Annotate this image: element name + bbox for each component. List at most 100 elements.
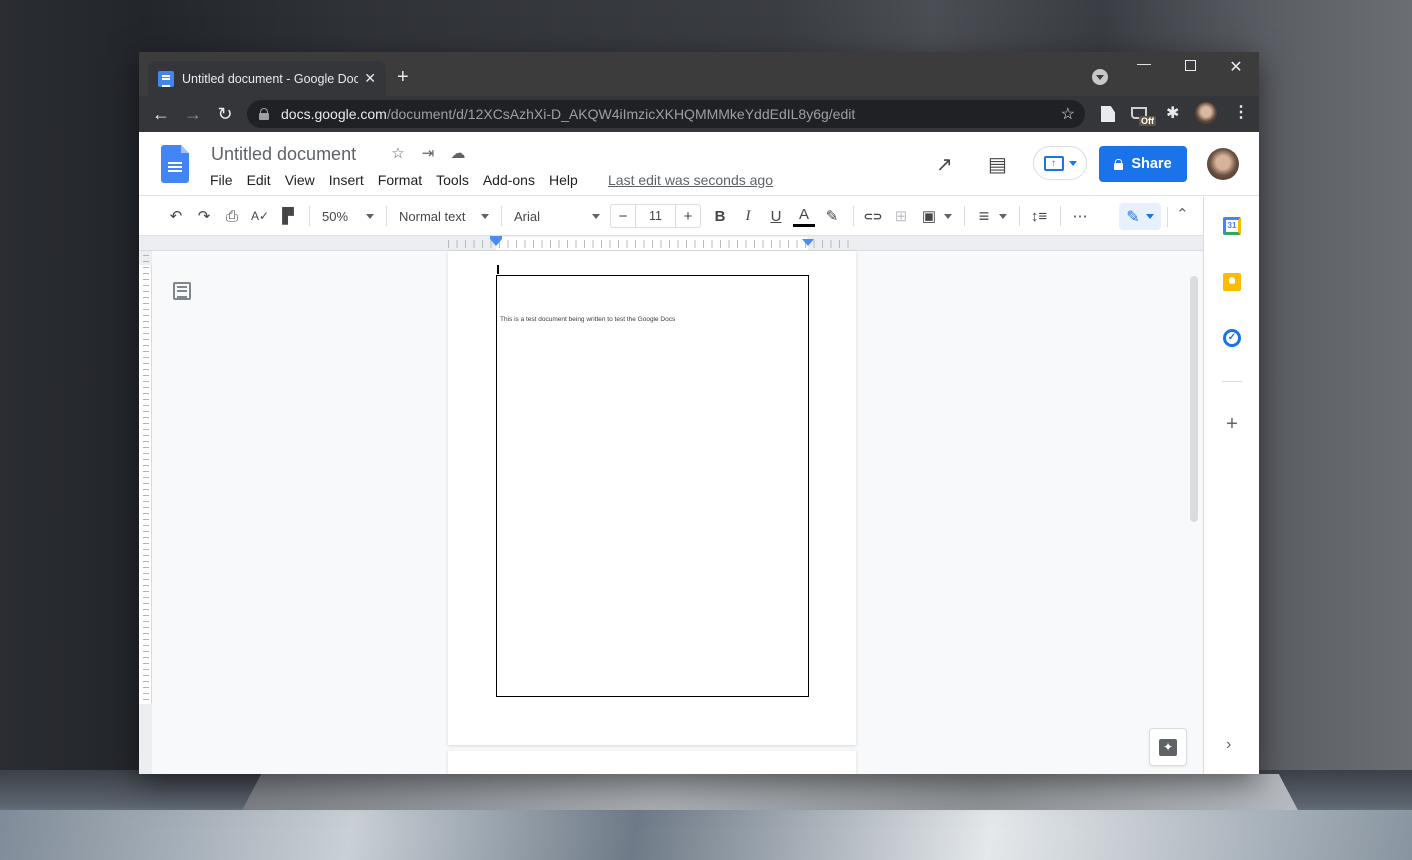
note-extension-icon[interactable]: [1101, 106, 1115, 122]
menu-format[interactable]: Format: [378, 172, 429, 188]
add-comment-icon[interactable]: ⊞: [888, 202, 914, 230]
keep-icon[interactable]: [1223, 273, 1241, 291]
wallpaper-rock: [240, 774, 1300, 814]
increase-font-size-button[interactable]: +: [676, 208, 700, 225]
star-icon[interactable]: ☆: [389, 144, 407, 162]
menu-edit[interactable]: Edit: [247, 172, 278, 188]
font-select[interactable]: Arial: [508, 209, 606, 224]
document-page[interactable]: This is a test document being written to…: [448, 251, 856, 745]
share-label: Share: [1131, 156, 1172, 172]
menu-help[interactable]: Help: [549, 172, 585, 188]
wallpaper-snow: [0, 810, 1412, 860]
tab-strip: Untitled document - Google Docs ✕ + — ✕: [139, 52, 1259, 96]
menu-file[interactable]: File: [210, 172, 240, 188]
close-window-button[interactable]: ✕: [1213, 57, 1259, 77]
paragraph-style-select[interactable]: Normal text: [393, 209, 495, 224]
redo-icon[interactable]: ↷: [191, 202, 217, 230]
insert-link-icon[interactable]: ⊂⊃: [860, 202, 886, 230]
present-button[interactable]: ↑: [1033, 146, 1087, 180]
cup-extension-icon[interactable]: Off: [1131, 104, 1156, 126]
bordered-table-cell[interactable]: This is a test document being written to…: [496, 275, 809, 697]
vertical-scrollbar[interactable]: [1190, 276, 1198, 522]
italic-icon[interactable]: I: [735, 202, 761, 230]
undo-icon[interactable]: ↶: [163, 202, 189, 230]
activity-trend-icon[interactable]: ↗: [936, 132, 953, 196]
tasks-icon[interactable]: ✓: [1223, 329, 1241, 347]
back-button[interactable]: ←: [145, 104, 177, 125]
decrease-font-size-button[interactable]: −: [611, 208, 635, 225]
vertical-ruler[interactable]: [139, 251, 152, 774]
menu-addons[interactable]: Add-ons: [483, 172, 542, 188]
insert-image-icon[interactable]: ▣: [916, 202, 942, 230]
add-addon-icon[interactable]: +: [1223, 414, 1241, 434]
docs-header: Untitled document ☆ ⇥ ☁ File Edit View I…: [139, 132, 1259, 196]
zoom-select[interactable]: 50%: [316, 209, 380, 224]
document-outline-icon[interactable]: [173, 282, 191, 300]
document-page-2[interactable]: [448, 751, 856, 774]
google-docs-logo-icon[interactable]: [161, 145, 189, 183]
spellcheck-icon[interactable]: A✓: [247, 202, 273, 230]
bookmark-star-icon[interactable]: ☆: [1061, 104, 1075, 124]
more-options-icon[interactable]: ⋯: [1067, 202, 1093, 230]
tab-search-icon[interactable]: [1092, 69, 1108, 85]
ruler-ticks: [143, 255, 149, 765]
explore-button[interactable]: ✦: [1149, 728, 1187, 766]
horizontal-ruler[interactable]: [139, 236, 1203, 251]
reload-button[interactable]: ↻: [209, 104, 241, 125]
cloud-saved-icon[interactable]: ☁: [449, 144, 467, 162]
tab-title: Untitled document - Google Docs: [182, 71, 359, 86]
browser-menu-icon[interactable]: ⋮: [1233, 102, 1249, 122]
divider: [1060, 206, 1061, 226]
last-edit-link[interactable]: Last edit was seconds ago: [608, 172, 773, 188]
document-title[interactable]: Untitled document: [211, 144, 356, 165]
line-spacing-icon[interactable]: ↕≡: [1026, 202, 1052, 230]
collapse-menus-icon[interactable]: ⌃: [1176, 205, 1189, 223]
calendar-icon[interactable]: 31: [1223, 217, 1241, 235]
explore-icon: ✦: [1159, 738, 1177, 756]
browser-tab[interactable]: Untitled document - Google Docs ✕: [148, 61, 386, 96]
menu-view[interactable]: View: [285, 172, 322, 188]
align-left-icon[interactable]: ≡: [971, 202, 997, 230]
print-icon[interactable]: ⎙: [219, 202, 245, 230]
menu-insert[interactable]: Insert: [329, 172, 371, 188]
expand-side-panel-icon[interactable]: ›: [1226, 736, 1231, 754]
divider: [501, 206, 502, 226]
chevron-down-icon[interactable]: [944, 213, 952, 219]
divider: [309, 206, 310, 226]
left-indent-marker[interactable]: [490, 236, 502, 246]
format-toolbar: ↶ ↷ ⎙ A✓ ▛ 50% Normal text Arial − 11 + …: [139, 197, 1203, 236]
comments-icon[interactable]: ▤: [988, 132, 1007, 196]
lock-icon: [259, 108, 269, 120]
minimize-button[interactable]: —: [1121, 55, 1167, 71]
title-icons: ☆ ⇥ ☁: [389, 144, 467, 162]
close-tab-icon[interactable]: ✕: [364, 70, 376, 87]
user-avatar[interactable]: [1207, 148, 1239, 180]
bold-icon[interactable]: B: [707, 202, 733, 230]
text-color-button[interactable]: A: [791, 202, 817, 230]
highlight-color-icon[interactable]: ✎: [819, 202, 845, 230]
font-size-input[interactable]: 11: [635, 205, 676, 227]
pencil-icon: ✎: [1126, 208, 1140, 226]
move-to-folder-icon[interactable]: ⇥: [419, 144, 437, 162]
google-docs-favicon-icon: [158, 70, 174, 87]
address-bar[interactable]: docs.google.com /document/d/12XCsAzhXi-D…: [247, 100, 1085, 128]
right-indent-marker[interactable]: [802, 239, 814, 246]
text-color-swatch: [793, 223, 815, 227]
document-body-text[interactable]: This is a test document being written to…: [500, 316, 675, 323]
maximize-button[interactable]: [1167, 58, 1213, 74]
menu-tools[interactable]: Tools: [436, 172, 476, 188]
paint-format-icon[interactable]: ▛: [275, 202, 301, 230]
new-tab-button[interactable]: +: [397, 66, 409, 88]
profile-avatar[interactable]: [1195, 102, 1217, 124]
ruler-margin-bottom: [139, 704, 152, 774]
forward-button[interactable]: →: [177, 104, 209, 125]
present-icon: ↑: [1043, 155, 1064, 171]
style-value: Normal text: [399, 208, 466, 224]
extensions-puzzle-icon[interactable]: ✱: [1166, 103, 1179, 123]
underline-icon[interactable]: U: [763, 202, 789, 230]
font-value: Arial: [514, 208, 541, 224]
share-button[interactable]: Share: [1099, 146, 1187, 182]
chevron-down-icon[interactable]: [999, 213, 1007, 219]
editing-mode-button[interactable]: ✎: [1119, 203, 1161, 230]
divider: [386, 206, 387, 226]
